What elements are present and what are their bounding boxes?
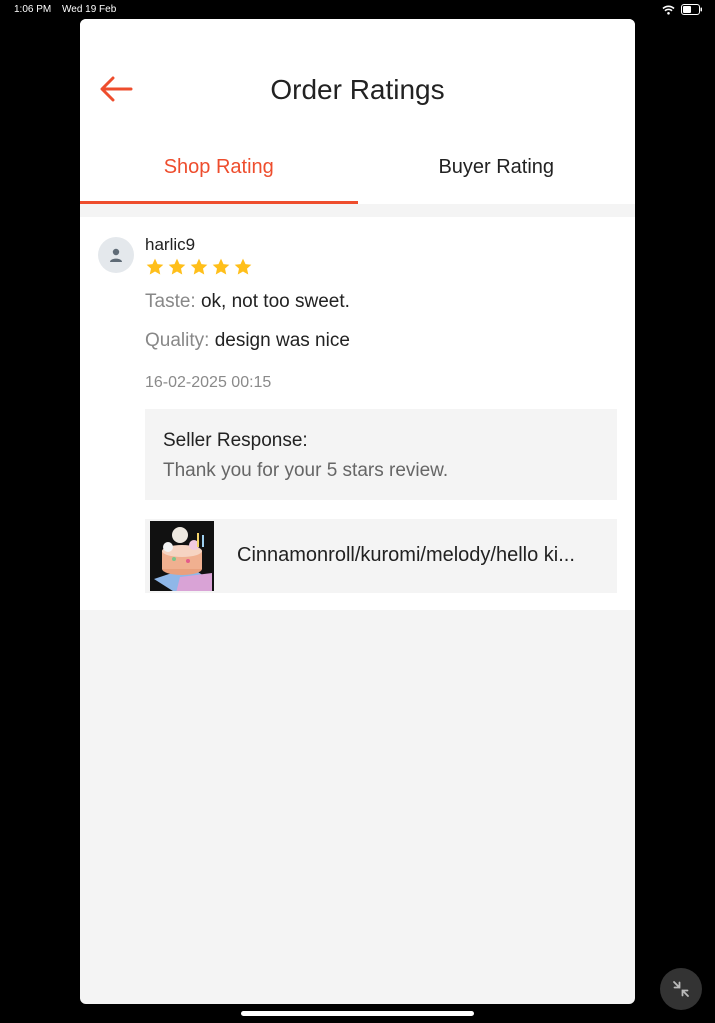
star-icon	[234, 258, 252, 275]
seller-response-text: Thank you for your 5 stars review.	[163, 460, 449, 481]
star-rating	[145, 257, 253, 277]
star-icon	[146, 258, 164, 275]
quality-value: design was nice	[214, 330, 350, 351]
review-card: harlic9 Taste: ok, not too sweet. Qualit…	[80, 217, 635, 610]
product-thumbnail	[150, 521, 214, 593]
rating-tabs: Shop Rating Buyer Rating	[80, 144, 635, 204]
review-date: 16-02-2025 00:15	[145, 374, 272, 391]
avatar	[98, 237, 134, 273]
tab-buyer-rating[interactable]: Buyer Rating	[358, 144, 636, 204]
taste-value: ok, not too sweet.	[200, 291, 350, 312]
status-time: 1:06 PM	[14, 4, 52, 15]
product-name: Cinnamonroll/kuromi/melody/hello ki...	[237, 544, 575, 566]
page-title: Order Ratings	[270, 74, 445, 105]
status-bar: 1:06 PM Wed 19 Feb	[0, 0, 715, 20]
user-icon	[110, 248, 122, 262]
seller-response: Seller Response: Thank you for your 5 st…	[145, 409, 617, 500]
quality-label: Quality:	[145, 330, 210, 351]
star-icon	[190, 258, 208, 275]
review-taste: Taste: ok, not too sweet.	[145, 291, 350, 313]
review-quality: Quality: design was nice	[145, 330, 350, 352]
status-date: Wed 19 Feb	[62, 4, 117, 15]
tab-shop-rating[interactable]: Shop Rating	[80, 144, 358, 204]
home-indicator[interactable]	[241, 1011, 474, 1016]
minimize-button[interactable]	[660, 968, 702, 1010]
wifi-icon	[662, 5, 675, 15]
collapse-arrows-icon	[673, 981, 689, 997]
status-icons	[662, 4, 703, 15]
product-card[interactable]: Cinnamonroll/kuromi/melody/hello ki...	[145, 519, 617, 593]
battery-icon	[681, 4, 703, 15]
seller-response-title: Seller Response:	[163, 430, 308, 451]
taste-label: Taste:	[145, 291, 196, 312]
star-icon	[168, 258, 186, 275]
order-ratings-sheet: Order Ratings Shop Rating Buyer Rating h…	[80, 19, 635, 1004]
header: Order Ratings Shop Rating Buyer Rating	[80, 19, 635, 204]
reviewer-username: harlic9	[145, 235, 196, 254]
star-icon	[212, 258, 230, 275]
